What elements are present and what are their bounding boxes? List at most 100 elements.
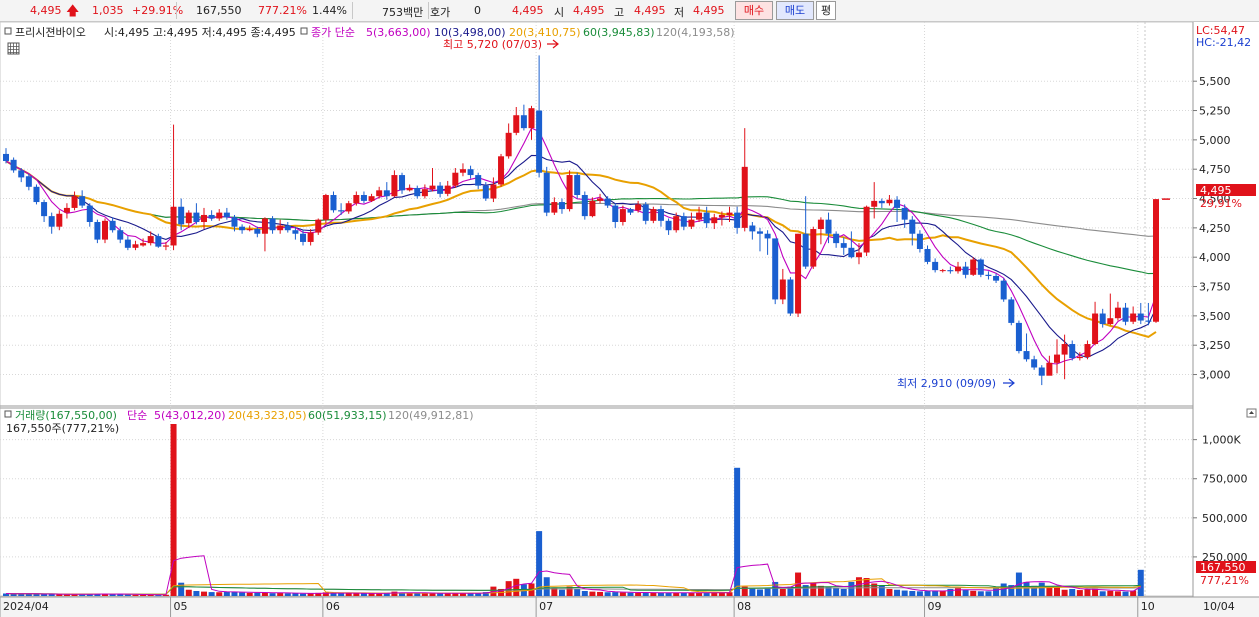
candle-body <box>71 196 78 208</box>
candle-body <box>1015 322 1022 352</box>
candle-body <box>657 209 664 221</box>
candle-body <box>848 247 855 258</box>
volume-bar <box>604 592 611 596</box>
candle-body <box>261 218 268 234</box>
volume-bar <box>185 589 192 596</box>
candle-body <box>41 202 48 217</box>
candle-body <box>817 219 824 230</box>
legend-stock-name: 프리시젼바이오 <box>15 26 86 39</box>
volume-bar <box>985 591 992 596</box>
candle-body <box>536 110 543 173</box>
candle-body <box>475 175 482 186</box>
price-tick-label: 5,250 <box>1199 105 1231 118</box>
volume-bar <box>1069 588 1076 596</box>
open-value: 4,495 <box>573 4 605 17</box>
candle-body <box>147 236 154 244</box>
candle-body <box>916 233 923 249</box>
candle-body <box>543 172 550 213</box>
candle-body <box>1076 356 1083 359</box>
price-tick-label: 5,500 <box>1199 75 1231 88</box>
candle-body <box>1153 199 1159 322</box>
separator <box>176 2 177 19</box>
volume-legend-toggle-icon[interactable] <box>4 410 12 418</box>
volume-bar <box>277 593 284 596</box>
volume-tag: 167,550 <box>1200 561 1246 574</box>
candle-body <box>779 279 786 300</box>
volume-bar <box>635 592 642 596</box>
up-arrow-icon: 🡅 <box>66 4 80 19</box>
volume-bar <box>848 581 855 596</box>
price-tick-label: 3,250 <box>1199 339 1231 352</box>
volume-bar <box>817 585 824 596</box>
candle-body <box>802 233 809 267</box>
volume-bar <box>627 592 634 596</box>
candle-body <box>239 226 246 231</box>
candle-body <box>1122 307 1129 322</box>
volume-value: 167,550 <box>196 4 242 17</box>
volume-bar <box>1122 591 1129 596</box>
volume-bar <box>269 593 276 596</box>
legend-ohlc: 시:4,495 고:4,495 저:4,495 종:4,495 <box>104 26 296 39</box>
candle-body <box>764 233 771 239</box>
candle-body <box>977 259 984 275</box>
candle-body <box>429 185 436 190</box>
candle-body <box>391 175 398 197</box>
candle-body <box>444 185 451 194</box>
candle-body <box>56 213 63 227</box>
volume-bar <box>863 578 870 596</box>
volume-tag-pct: 777,21% <box>1200 574 1249 587</box>
volume-bar <box>292 593 299 596</box>
candle-body <box>954 266 961 272</box>
volume-bar <box>1061 589 1068 596</box>
candle-body <box>315 219 322 233</box>
candle-body <box>901 207 908 220</box>
candle-body <box>1107 318 1114 325</box>
price-tag-pct: 29,91% <box>1200 197 1242 210</box>
ma-toggle-icon[interactable] <box>300 27 308 35</box>
candle-body <box>993 275 1000 281</box>
candle-body <box>855 252 862 258</box>
candle-body <box>467 169 474 176</box>
volume-bar <box>612 592 619 596</box>
candle-body <box>627 209 634 213</box>
volume-bar <box>421 593 428 596</box>
candle-body <box>399 175 406 191</box>
volume-bar <box>223 591 230 596</box>
legend-toggle-icon[interactable] <box>4 27 12 35</box>
high-label: 고 <box>614 6 625 19</box>
candle-body <box>79 196 86 206</box>
price-tick-label: 4,750 <box>1199 163 1231 176</box>
volume-bar <box>1099 591 1106 596</box>
candle-body <box>117 230 124 240</box>
candle-body <box>498 156 505 185</box>
sell-button[interactable]: 매도 <box>776 1 814 20</box>
candle-body <box>10 159 17 171</box>
candle-body <box>1130 313 1137 322</box>
eval-button[interactable]: 평 <box>816 1 836 20</box>
hoga-label: 호가 <box>430 6 451 19</box>
volume-bar <box>1000 583 1007 596</box>
candle-body <box>680 216 687 227</box>
candle-body <box>597 198 604 201</box>
volume-bar <box>284 593 291 596</box>
candle-body <box>772 238 779 300</box>
volume-bar <box>376 593 383 596</box>
buy-button[interactable]: 매수 <box>735 1 773 20</box>
volume-bar <box>909 590 916 596</box>
volume-bar <box>772 581 779 596</box>
price-tick-label: 3,750 <box>1199 281 1231 294</box>
candle-body <box>155 236 162 247</box>
candle-body <box>932 261 939 271</box>
date-axis-bar <box>0 597 1259 617</box>
volume-bar <box>1023 581 1030 596</box>
volume-bar <box>749 588 756 596</box>
candle-body <box>711 217 718 224</box>
volume-bar <box>536 531 543 596</box>
volume-bar <box>513 578 520 596</box>
candle-body <box>696 212 703 220</box>
stock-chart[interactable]: 5,5005,2505,0004,7504,5004,2504,0003,750… <box>0 22 1259 617</box>
candle-body <box>909 219 916 234</box>
candle-body <box>1092 313 1099 345</box>
volume-bar <box>254 592 261 596</box>
candle-body <box>520 115 527 129</box>
